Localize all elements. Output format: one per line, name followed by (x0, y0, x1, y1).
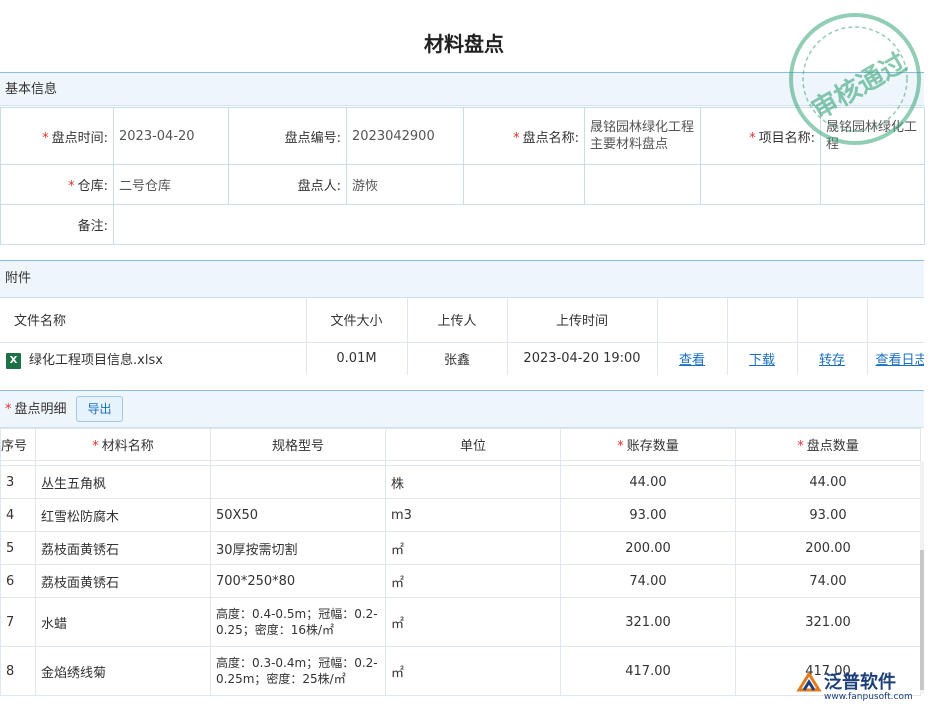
empty-cell (584, 164, 701, 205)
row-book-qty: 44.00 (560, 465, 736, 499)
row-no: 7 (0, 597, 36, 647)
table-row: 8 金焰绣线菊 高度：0.3-0.4m；冠幅：0.2-0.25m；密度：25株/… (0, 646, 921, 696)
row-unit: m3 (385, 498, 561, 532)
row-book-qty: 200.00 (560, 531, 736, 565)
details-header-row: 序号 * 材料名称 规格型号 单位 * 账存数量 * 盘点数量 (0, 428, 921, 461)
row-no: 4 (0, 498, 36, 532)
remark-field[interactable] (113, 204, 925, 245)
logo-url: www.fanpusoft.com (824, 692, 913, 702)
row-count-qty: 74.00 (735, 564, 921, 598)
attachments-header: 附件 (0, 260, 924, 298)
view-log-link[interactable]: 查看日志 (876, 353, 925, 368)
logo-icon (796, 671, 822, 692)
date-field[interactable]: 2023-04-20 (113, 107, 229, 165)
row-count-qty: 321.00 (735, 597, 921, 647)
table-row: 4 红雪松防腐木 50X50 m3 93.00 93.00 (0, 498, 921, 532)
empty-cell (820, 164, 925, 205)
row-name: 荔枝面黄锈石 (35, 564, 211, 598)
remark-label: 备注: (0, 204, 114, 245)
row-spec: 高度：0.4-0.5m；冠幅：0.2-0.25；密度：16株/㎡ (210, 597, 386, 647)
download-link[interactable]: 下载 (749, 353, 775, 368)
name-field[interactable]: 晟铭园林绿化工程主要材料盘点 (584, 107, 701, 165)
file-uploader: 张鑫 (407, 342, 508, 375)
file-size: 0.01M (306, 342, 408, 375)
row-name: 荔枝面黄锈石 (35, 531, 211, 565)
row-spec: 30厚按需切割 (210, 531, 386, 565)
excel-icon: X (6, 352, 21, 369)
row-book-qty: 74.00 (560, 564, 736, 598)
row-book-qty: 321.00 (560, 597, 736, 647)
transfer-link[interactable]: 转存 (819, 353, 845, 368)
col-action (867, 298, 924, 343)
warehouse-field[interactable]: 二号仓库 (113, 164, 229, 205)
row-no: 8 (0, 646, 36, 696)
col-book-qty: * 账存数量 (560, 428, 736, 461)
col-no: 序号 (0, 428, 36, 461)
row-spec: 700*250*80 (210, 564, 386, 598)
warehouse-label: * 仓库: (0, 164, 114, 205)
table-row: 7 水蜡 高度：0.4-0.5m；冠幅：0.2-0.25；密度：16株/㎡ ㎡ … (0, 597, 921, 647)
row-no: 6 (0, 564, 36, 598)
date-label: * 盘点时间: (0, 107, 114, 165)
approved-stamp: 审核通过 (789, 13, 921, 145)
company-logo: 泛普软件 www.fanpusoft.com (796, 668, 922, 708)
details-table: 序号 * 材料名称 规格型号 单位 * 账存数量 * 盘点数量 3 丛生五角枫 株 4… (0, 428, 921, 696)
table-row: 3 丛生五角枫 株 44.00 44.00 (0, 465, 921, 499)
page: 材料盘点 基本信息 * 盘点时间: 2023-04-20 盘点编号: 202304… (0, 0, 928, 714)
file-name-cell: X 绿化工程项目信息.xlsx (0, 342, 307, 375)
row-name: 水蜡 (35, 597, 211, 647)
empty-cell (700, 164, 821, 205)
export-button[interactable]: 导出 (76, 396, 123, 422)
row-no: 5 (0, 531, 36, 565)
row-unit: ㎡ (385, 646, 561, 696)
view-link[interactable]: 查看 (679, 353, 705, 368)
col-action (727, 298, 798, 343)
file-name: 绿化工程项目信息.xlsx (29, 353, 163, 368)
row-name: 丛生五角枫 (35, 465, 211, 499)
file-upload-time: 2023-04-20 19:00 (507, 342, 658, 375)
row-count-qty: 44.00 (735, 465, 921, 499)
col-material-name: * 材料名称 (35, 428, 211, 461)
row-unit: ㎡ (385, 597, 561, 647)
attachment-row: X 绿化工程项目信息.xlsx 0.01M 张鑫 2023-04-20 19:00… (0, 342, 924, 375)
code-label: 盘点编号: (228, 107, 347, 165)
row-book-qty: 417.00 (560, 646, 736, 696)
row-name: 红雪松防腐木 (35, 498, 211, 532)
person-label: 盘点人: (228, 164, 347, 205)
attachments-header-label: 附件 (5, 271, 32, 286)
row-no: 3 (0, 465, 36, 499)
table-row: 5 荔枝面黄锈石 30厚按需切割 ㎡ 200.00 200.00 (0, 531, 921, 565)
row-count-qty: 200.00 (735, 531, 921, 565)
col-spec: 规格型号 (210, 428, 386, 461)
empty-cell (463, 164, 585, 205)
attachments-table: 文件名称 文件大小 上传人 上传时间 X 绿化工程项目信息.xlsx 0.01M … (0, 298, 924, 375)
stamp-text: 审核通过 (806, 47, 912, 126)
code-field[interactable]: 2023042900 (346, 107, 464, 165)
col-action (657, 298, 728, 343)
col-unit: 单位 (385, 428, 561, 461)
name-label: * 盘点名称: (463, 107, 585, 165)
col-file-size: 文件大小 (306, 298, 408, 343)
details-header-label: 盘点明细 (14, 402, 67, 417)
table-row: 6 荔枝面黄锈石 700*250*80 ㎡ 74.00 74.00 (0, 564, 921, 598)
col-file-name: 文件名称 (0, 298, 307, 343)
logo-text: 泛普软件 (824, 672, 896, 693)
basic-info-header-label: 基本信息 (5, 82, 58, 97)
person-field[interactable]: 游恢 (346, 164, 464, 205)
row-name: 金焰绣线菊 (35, 646, 211, 696)
scrollbar[interactable] (920, 462, 924, 694)
col-upload-time: 上传时间 (507, 298, 658, 343)
row-unit: 株 (385, 465, 561, 499)
row-unit: ㎡ (385, 564, 561, 598)
col-count-qty: * 盘点数量 (735, 428, 921, 461)
col-uploader: 上传人 (407, 298, 508, 343)
row-count-qty: 93.00 (735, 498, 921, 532)
row-unit: ㎡ (385, 531, 561, 565)
row-book-qty: 93.00 (560, 498, 736, 532)
col-action (797, 298, 868, 343)
row-spec: 高度：0.3-0.4m；冠幅：0.2-0.25m；密度：25株/㎡ (210, 646, 386, 696)
row-spec (210, 465, 386, 499)
row-spec: 50X50 (210, 498, 386, 532)
details-header: * 盘点明细 (0, 390, 924, 428)
